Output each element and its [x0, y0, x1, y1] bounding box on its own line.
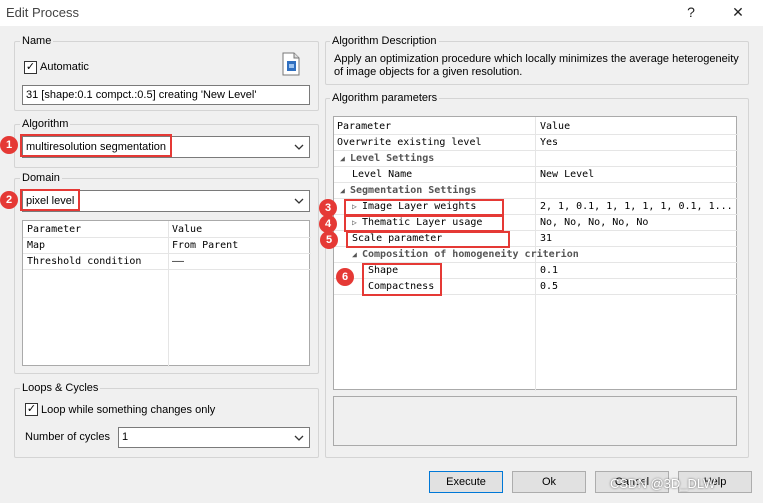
domain-row-value[interactable]: ——: [172, 254, 184, 270]
automatic-checkbox[interactable]: ✓: [24, 61, 37, 74]
badge-2: 2: [0, 191, 18, 209]
loop-checkbox[interactable]: ✓: [25, 403, 38, 416]
collapse-triangle-icon[interactable]: ◢: [340, 183, 350, 199]
domain-row-param: Threshold condition: [27, 256, 142, 267]
chevron-down-icon: [294, 435, 304, 441]
chevron-down-icon: [294, 198, 304, 204]
description-group-label: Algorithm Description: [330, 35, 439, 47]
chevron-down-icon: [294, 144, 304, 150]
ok-button[interactable]: Ok: [512, 471, 586, 493]
domain-row-param: Map: [27, 240, 46, 251]
domain-header-parameter: Parameter: [27, 224, 82, 235]
algorithm-parameter-grid[interactable]: Parameter Value Overwrite existing level…: [333, 116, 738, 391]
badge-1: 1: [0, 136, 18, 154]
image-layer-highlight: [344, 199, 504, 216]
composition-section[interactable]: ◢ Composition of homogeneity criterion: [352, 247, 579, 263]
process-name-field[interactable]: 31 [shape:0.1 compct.:0.5] creating 'New…: [22, 85, 310, 105]
close-button[interactable]: ✕: [727, 2, 749, 22]
level-settings-section[interactable]: ◢ Level Settings: [340, 151, 434, 167]
algorithm-group-label: Algorithm: [20, 118, 71, 130]
cycles-label: Number of cycles: [25, 431, 110, 443]
domain-group-label: Domain: [20, 172, 62, 184]
cycles-select-value: 1: [122, 431, 129, 443]
badge-6: 6: [336, 268, 354, 286]
watermark: CSDN @3D_DLW: [610, 476, 716, 491]
thematic-layer-value[interactable]: No, No, No, No, No: [540, 215, 648, 231]
level-name-param: Level Name: [352, 169, 413, 180]
loops-group-label: Loops & Cycles: [20, 382, 101, 394]
name-group-label: Name: [20, 35, 54, 47]
scale-highlight: [346, 231, 510, 248]
process-icon[interactable]: [280, 52, 302, 76]
params-header-parameter: Parameter: [337, 121, 392, 132]
overwrite-param: Overwrite existing level: [337, 137, 482, 148]
segmentation-settings-section[interactable]: ◢ Segmentation Settings: [340, 183, 476, 199]
algorithm-highlight: [20, 134, 172, 157]
compactness-value[interactable]: 0.5: [540, 279, 558, 295]
params-header-value: Value: [540, 121, 571, 132]
loop-label: Loop while something changes only: [41, 404, 216, 416]
parameter-description-box: [333, 396, 737, 446]
domain-highlight: [20, 189, 80, 211]
cycles-select[interactable]: 1: [118, 427, 310, 448]
level-name-value[interactable]: New Level: [540, 167, 594, 183]
domain-header-value: Value: [172, 224, 203, 235]
shape-compactness-highlight: [362, 263, 442, 296]
collapse-triangle-icon[interactable]: ◢: [340, 151, 350, 167]
scale-value[interactable]: 31: [540, 231, 552, 247]
execute-button[interactable]: Execute: [429, 471, 503, 493]
help-title-button[interactable]: ?: [681, 2, 701, 22]
domain-parameter-grid[interactable]: Parameter Value Map From Parent Threshol…: [22, 220, 311, 367]
shape-value[interactable]: 0.1: [540, 263, 558, 279]
parameters-group-label: Algorithm parameters: [330, 92, 440, 104]
window-title: Edit Process: [6, 5, 79, 20]
thematic-layer-highlight: [344, 215, 504, 232]
overwrite-value[interactable]: Yes: [540, 135, 558, 151]
badge-5: 5: [320, 231, 338, 249]
title-bar: [0, 0, 763, 26]
domain-row-value[interactable]: From Parent: [172, 238, 238, 254]
automatic-label: Automatic: [40, 61, 89, 73]
image-layer-value[interactable]: 2, 1, 0.1, 1, 1, 1, 1, 0.1, 1...: [540, 199, 736, 215]
collapse-triangle-icon[interactable]: ◢: [352, 247, 362, 263]
description-text: Apply an optimization procedure which lo…: [334, 53, 744, 81]
